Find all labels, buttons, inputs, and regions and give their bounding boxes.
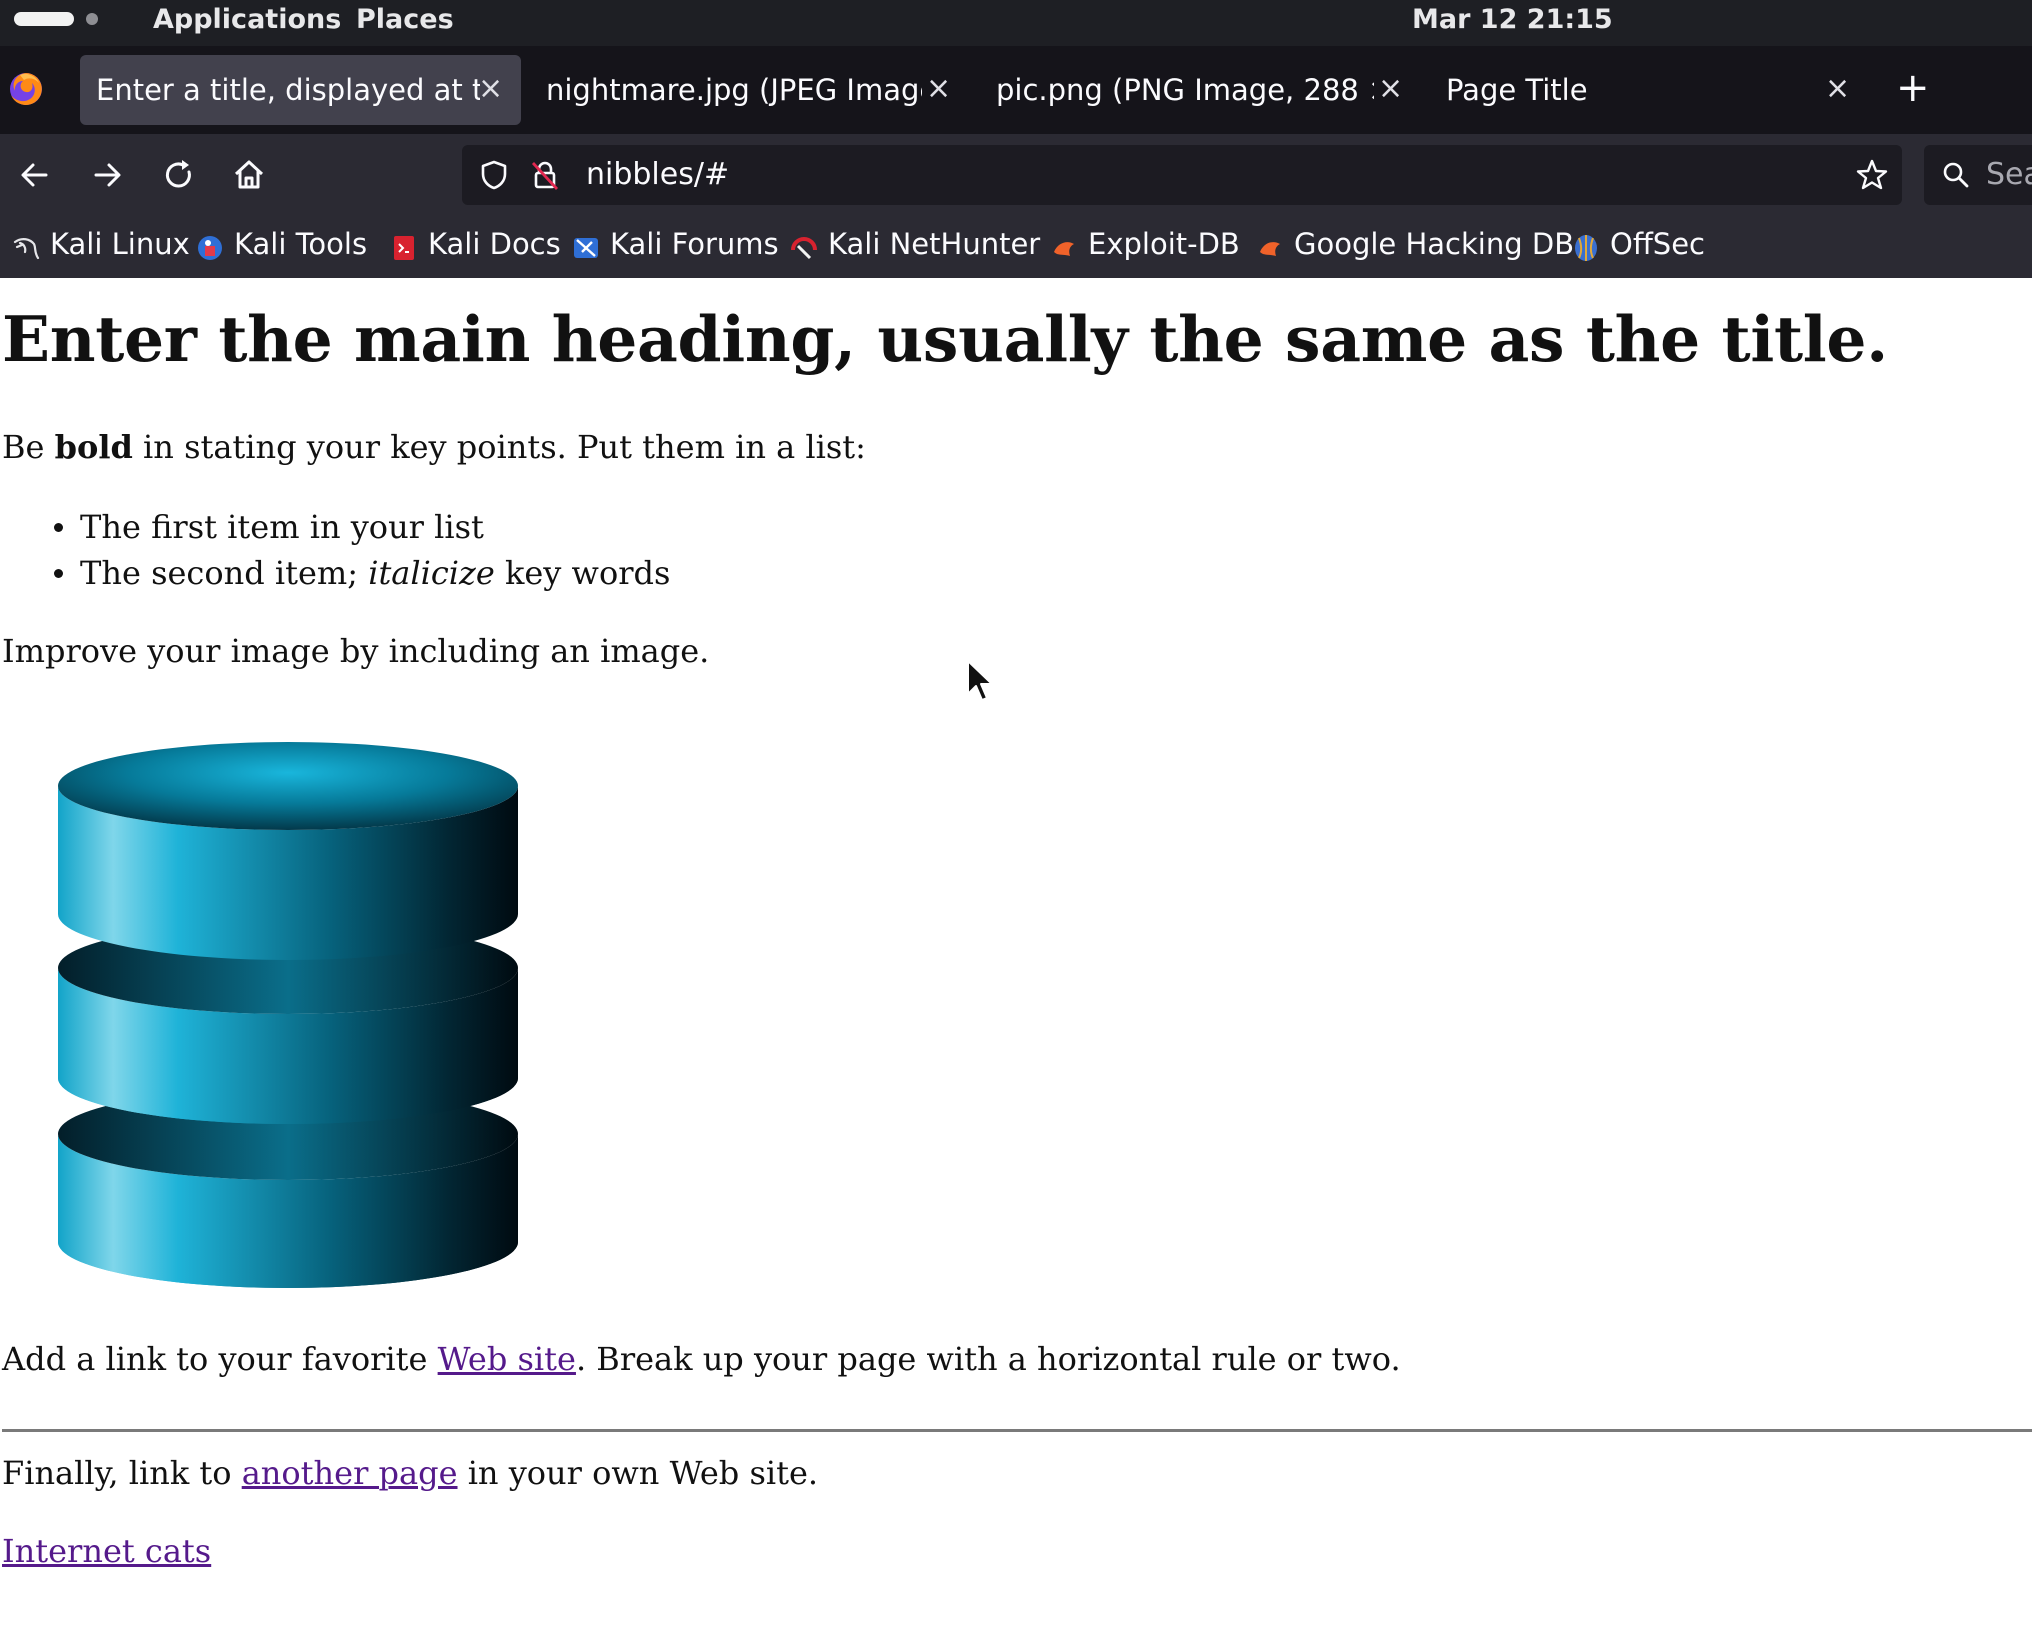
system-top-bar: Applications Places Mar 12 21:15	[0, 0, 2032, 46]
places-menu[interactable]: Places	[356, 4, 454, 35]
kali-nethunter-icon	[791, 237, 817, 260]
workspace-indicator-inactive[interactable]	[86, 13, 98, 25]
kali-dragon-icon	[13, 238, 40, 260]
image-paragraph: Improve your image by including an image…	[2, 632, 710, 670]
firefox-icon[interactable]	[6, 69, 46, 109]
web-site-link[interactable]: Web site	[438, 1340, 576, 1378]
cats-paragraph: Internet cats	[2, 1532, 211, 1570]
exploit-db-icon	[1054, 242, 1074, 256]
reload-icon[interactable]	[156, 152, 202, 198]
close-tab-icon[interactable]: ×	[1378, 71, 1403, 106]
offsec-icon	[1575, 235, 1597, 261]
mouse-cursor-icon	[967, 660, 993, 701]
close-tab-icon[interactable]: ×	[1825, 71, 1850, 106]
close-tab-icon[interactable]: ×	[478, 71, 503, 106]
kali-tools-icon	[198, 236, 222, 260]
bold-word: bold	[54, 428, 133, 466]
list-item: The second item; italicize key words	[0, 550, 670, 596]
another-page-link[interactable]: another page	[242, 1454, 458, 1492]
italic-word: italicize	[368, 554, 495, 592]
kali-forums-icon	[574, 238, 598, 258]
key-points-list: The first item in your list The second i…	[0, 504, 670, 596]
tab-strip: Enter a title, displayed at the × nightm…	[0, 46, 2032, 134]
horizontal-rule	[2, 1429, 2032, 1432]
tab[interactable]: nightmare.jpg (JPEG Image, 1 ×	[530, 55, 970, 125]
shield-icon[interactable]	[478, 159, 510, 191]
insecure-lock-icon[interactable]	[528, 158, 562, 192]
forward-icon[interactable]	[84, 152, 130, 198]
main-heading: Enter the main heading, usually the same…	[2, 302, 1888, 376]
tab[interactable]: Page Title ×	[1430, 55, 1870, 125]
url-text[interactable]: nibbles/#	[586, 157, 729, 192]
close-tab-icon[interactable]: ×	[926, 71, 951, 106]
navigation-toolbar: nibbles/# Sea	[0, 134, 2032, 216]
bookmark-star-icon[interactable]	[1854, 157, 1890, 193]
final-paragraph: Finally, link to another page in your ow…	[2, 1454, 819, 1492]
new-tab-button[interactable]: +	[1896, 68, 1930, 108]
tab-title: Page Title	[1446, 73, 1588, 107]
database-image	[58, 742, 518, 1288]
home-icon[interactable]	[226, 152, 272, 198]
address-bar[interactable]: nibbles/#	[462, 145, 1902, 205]
applications-menu[interactable]: Applications	[153, 4, 341, 35]
search-placeholder: Sea	[1986, 157, 2032, 192]
back-icon[interactable]	[12, 152, 58, 198]
search-box[interactable]: Sea	[1924, 145, 2032, 205]
tab-active[interactable]: Enter a title, displayed at the ×	[80, 55, 521, 125]
ghdb-icon	[1260, 242, 1280, 256]
list-item: The first item in your list	[0, 504, 670, 550]
search-icon	[1943, 162, 1969, 188]
kali-docs-icon	[394, 236, 414, 260]
internet-cats-link[interactable]: Internet cats	[2, 1532, 211, 1570]
tab[interactable]: pic.png (PNG Image, 288 × 3( ×	[980, 55, 1420, 125]
bookmarks-toolbar: Kali Linux Kali Tools Kali Docs Kali For…	[0, 216, 2032, 278]
clock[interactable]: Mar 12 21:15	[1412, 4, 1613, 35]
link-paragraph: Add a link to your favorite Web site. Br…	[2, 1340, 1401, 1378]
workspace-indicator-active[interactable]	[14, 12, 74, 26]
tab-title: nightmare.jpg (JPEG Image, 1	[546, 73, 922, 107]
page-content: Enter the main heading, usually the same…	[0, 278, 2032, 1646]
tab-title: pic.png (PNG Image, 288 × 3(	[996, 73, 1374, 107]
intro-paragraph: Be bold in stating your key points. Put …	[2, 428, 866, 466]
tab-title: Enter a title, displayed at the	[96, 73, 480, 107]
